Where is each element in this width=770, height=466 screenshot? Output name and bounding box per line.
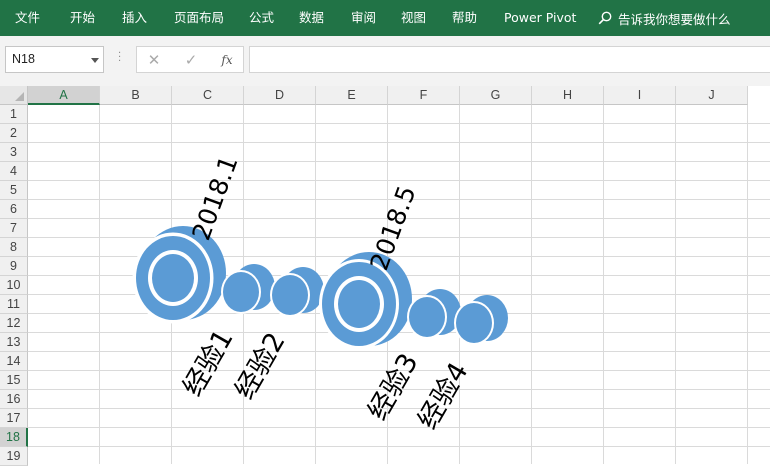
tab-power-pivot[interactable]: Power Pivot [504,0,576,36]
insert-function-icon[interactable]: fx [214,50,240,70]
name-box-value: N18 [12,52,35,66]
tab-help[interactable]: 帮助 [452,0,477,36]
tell-me-label: 告诉我你想要做什么 [618,11,731,27]
date-label-2[interactable]: 2018.5 [364,182,421,274]
timeline-graphic: 2018.1 2018.5 经验1 经验2 经验3 经验4 [132,152,508,435]
ribbon-tab-bar: 文件 开始 插入 页面布局 公式 数据 审阅 视图 帮助 Power Pivot… [0,0,770,36]
cylinder-shape[interactable] [221,264,275,314]
tab-insert[interactable]: 插入 [122,0,147,36]
tab-data[interactable]: 数据 [299,0,324,36]
search-icon [598,11,612,25]
formula-bar-area: N18 · · · ✕ ✓ fx [0,36,770,86]
tab-formulas[interactable]: 公式 [249,0,274,36]
tab-review[interactable]: 审阅 [351,0,376,36]
cancel-icon[interactable]: ✕ [141,50,167,70]
date-label-1[interactable]: 2018.1 [186,152,243,244]
drag-handle-icon[interactable]: · · · [118,49,121,67]
name-box[interactable]: N18 [5,46,104,73]
enter-icon[interactable]: ✓ [178,50,204,70]
formula-buttons: ✕ ✓ fx [136,46,244,73]
worksheet-grid: ABCDEFGHIJ 1 2 3 4 5 6 7 8 9 10 11 12 13 14 15 16 17 18 19 [0,86,770,466]
tab-view[interactable]: 视图 [401,0,426,36]
experience-label-2[interactable]: 经验2 [229,327,291,404]
cylinder-shape[interactable] [270,267,324,317]
tab-home[interactable]: 开始 [70,0,95,36]
ring-shape[interactable] [319,252,412,349]
formula-input[interactable] [249,46,770,73]
tab-file[interactable]: 文件 [15,0,40,36]
chevron-down-icon[interactable] [91,58,99,63]
tab-page-layout[interactable]: 页面布局 [174,0,224,36]
cylinder-shape[interactable] [407,289,461,339]
cylinder-shape[interactable] [454,295,508,345]
tell-me-search[interactable]: 告诉我你想要做什么 [598,0,731,36]
